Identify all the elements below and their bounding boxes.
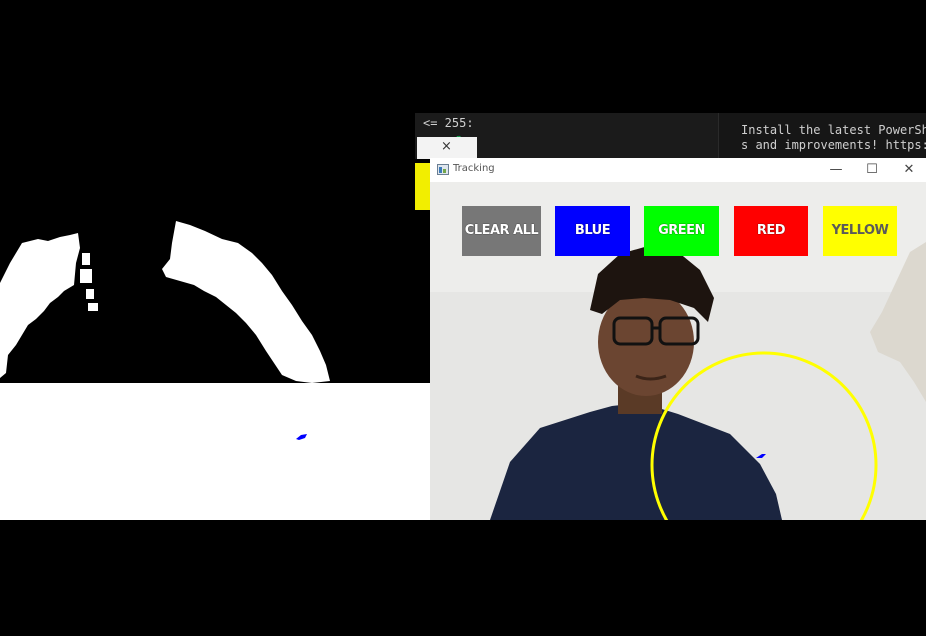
- minimize-button[interactable]: —: [822, 160, 850, 180]
- yellow-button[interactable]: YELLOW: [823, 206, 897, 256]
- close-icon: ×: [441, 139, 452, 154]
- close-button[interactable]: ✕: [895, 160, 923, 180]
- title-bar: Tracking — ☐ ✕: [430, 158, 926, 182]
- terminal-text: <= 255:: [423, 116, 474, 130]
- terminal-line-2: s and improvements! https:/: [741, 138, 926, 152]
- background-window-edge: [415, 163, 430, 210]
- terminal-window: <= 255: @ × Install the latest PowerShel…: [415, 113, 926, 159]
- terminal-pane-right: Install the latest PowerShel s and impro…: [718, 113, 926, 159]
- drawn-stroke: [296, 434, 307, 440]
- window-title: Tracking: [453, 163, 495, 174]
- letterbox-bottom: [0, 520, 926, 636]
- app-icon: [437, 164, 449, 175]
- red-button[interactable]: RED: [734, 206, 808, 256]
- green-button[interactable]: GREEN: [644, 206, 719, 256]
- paint-canvas[interactable]: [0, 383, 430, 520]
- mask-blobs: [0, 221, 330, 383]
- mask-window: [0, 113, 415, 383]
- camera-feed: CLEAR ALL BLUE GREEN RED YELLOW: [430, 182, 926, 520]
- tab-close-button[interactable]: ×: [417, 137, 477, 159]
- tracking-window: Tracking — ☐ ✕ CLEAR ALL BLUE GREEN RED …: [430, 158, 926, 520]
- maximize-button[interactable]: ☐: [858, 160, 886, 180]
- terminal-line-1: Install the latest PowerShel: [741, 123, 926, 137]
- terminal-pane-left: <= 255: @ ×: [415, 113, 718, 159]
- blue-button[interactable]: BLUE: [555, 206, 630, 256]
- clear-all-button[interactable]: CLEAR ALL: [462, 206, 541, 256]
